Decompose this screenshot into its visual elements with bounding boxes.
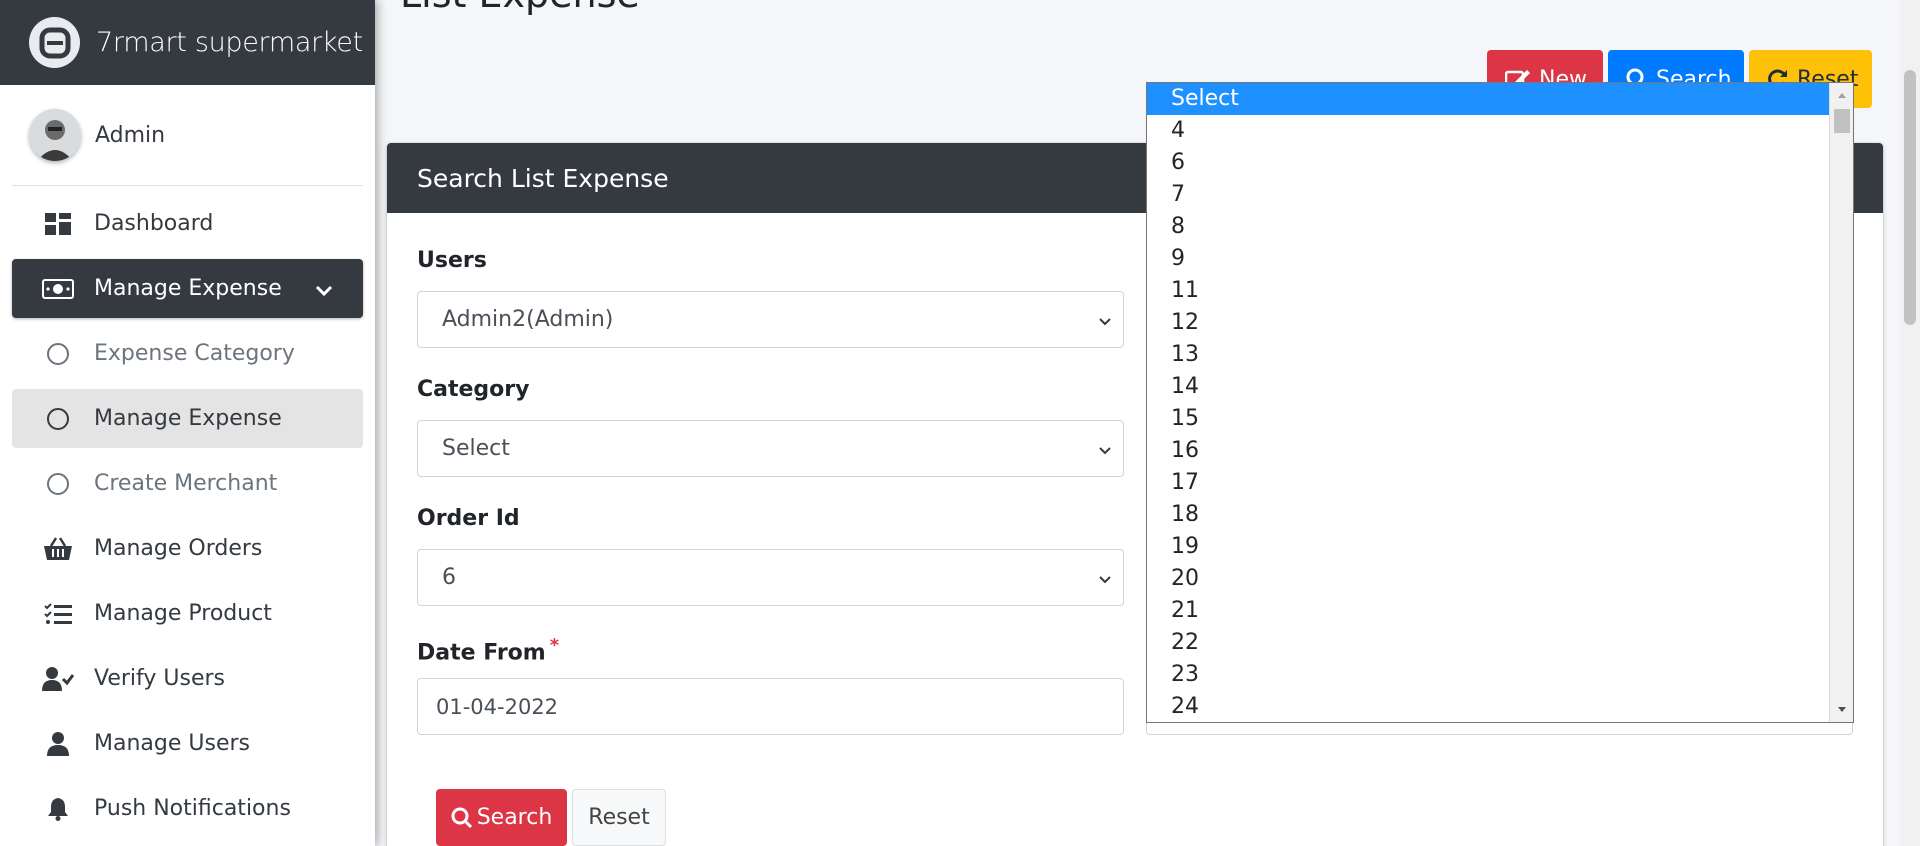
order-id-label: Order Id (417, 506, 520, 531)
dropdown-option[interactable]: 11 (1147, 275, 1853, 307)
dropdown-option[interactable]: 22 (1147, 627, 1853, 659)
sidebar-item-manage-orders[interactable]: Manage Orders (12, 519, 363, 578)
dropdown-option[interactable]: 23 (1147, 659, 1853, 691)
sidebar-item-label: Verify Users (94, 666, 226, 691)
scroll-down-arrow-icon[interactable] (1830, 700, 1853, 720)
brand-logo-icon (29, 17, 80, 68)
avatar (29, 109, 81, 161)
dropdown-option[interactable]: 6 (1147, 147, 1853, 179)
dropdown-option[interactable]: 21 (1147, 595, 1853, 627)
required-asterisk: * (549, 635, 560, 656)
sidebar: 7rmart supermarket Admin Dashboard Manag… (0, 0, 375, 846)
order-id-select-value: 6 (442, 565, 456, 590)
dropdown-option[interactable]: 8 (1147, 211, 1853, 243)
dropdown-scrollbar[interactable] (1829, 83, 1853, 722)
user-name: Admin (95, 122, 166, 148)
dropdown-option[interactable]: 14 (1147, 371, 1853, 403)
chevron-down-icon (1097, 311, 1113, 336)
brand-link[interactable]: 7rmart supermarket (0, 0, 375, 85)
sidebar-item-expense-category[interactable]: Expense Category (12, 324, 363, 383)
dropdown-option[interactable]: 12 (1147, 307, 1853, 339)
sidebar-item-label: Create Merchant (94, 471, 278, 496)
search-icon (451, 807, 473, 829)
money-bill-icon (40, 278, 76, 299)
order-id-dropdown-list[interactable]: Select 4 6 7 8 9 11 12 13 14 15 16 17 18 19 20 21 22 23 24 (1146, 82, 1854, 723)
list-check-icon (40, 602, 76, 625)
sidebar-item-create-merchant[interactable]: Create Merchant (12, 454, 363, 513)
circle-icon (40, 407, 76, 431)
circle-icon (40, 342, 76, 366)
category-select-value: Select (442, 436, 510, 461)
user-panel[interactable]: Admin (12, 85, 363, 186)
dropdown-option[interactable]: 15 (1147, 403, 1853, 435)
search-button[interactable]: Search (436, 789, 567, 846)
page-scroll-thumb[interactable] (1904, 70, 1916, 325)
dashboard-icon (40, 212, 76, 235)
sidebar-item-label: Manage Orders (94, 536, 263, 561)
sidebar-item-manage-expense[interactable]: Manage Expense (12, 259, 363, 318)
chevron-down-icon (1097, 569, 1113, 594)
chevron-down-icon (1097, 440, 1113, 465)
reset-button-label: Reset (588, 805, 650, 830)
sidebar-item-label: Expense Category (94, 341, 295, 366)
date-from-value: 01-04-2022 (436, 694, 559, 719)
users-select[interactable]: Admin2(Admin) (417, 291, 1124, 348)
search-button-label: Search (476, 805, 553, 830)
dropdown-option[interactable]: Select (1147, 83, 1853, 115)
sidebar-item-manage-product[interactable]: Manage Product (12, 584, 363, 643)
sidebar-item-label: Manage Expense (94, 276, 282, 301)
dropdown-option[interactable]: 9 (1147, 243, 1853, 275)
dropdown-option[interactable]: 20 (1147, 563, 1853, 595)
user-check-icon (40, 666, 76, 691)
date-from-label-text: Date From (417, 640, 546, 666)
dropdown-option[interactable]: 13 (1147, 339, 1853, 371)
category-label: Category (417, 377, 530, 402)
date-from-label: Date From * (417, 635, 559, 665)
sidebar-item-push-notifications[interactable]: Push Notifications (12, 779, 363, 838)
sidebar-item-manage-users[interactable]: Manage Users (12, 714, 363, 773)
bell-icon (40, 797, 76, 821)
dropdown-option[interactable]: 16 (1147, 435, 1853, 467)
user-icon (40, 731, 76, 756)
dropdown-option[interactable]: 24 (1147, 691, 1853, 722)
dropdown-option[interactable]: 4 (1147, 115, 1853, 147)
sidebar-item-manage-expense-sub[interactable]: Manage Expense (12, 389, 363, 448)
users-select-value: Admin2(Admin) (442, 307, 614, 332)
category-select[interactable]: Select (417, 420, 1124, 477)
page-scrollbar[interactable] (1900, 0, 1920, 846)
dropdown-option[interactable]: 17 (1147, 467, 1853, 499)
dropdown-option[interactable]: 7 (1147, 179, 1853, 211)
order-id-select[interactable]: 6 (417, 549, 1124, 606)
sidebar-item-label: Manage Product (94, 601, 272, 626)
basket-icon (40, 536, 76, 561)
chevron-down-icon (315, 278, 333, 303)
users-label: Users (417, 248, 487, 273)
dropdown-option[interactable]: 19 (1147, 531, 1853, 563)
sidebar-item-label: Manage Expense (94, 406, 282, 431)
dropdown-scroll-thumb[interactable] (1834, 109, 1850, 133)
sidebar-item-label: Manage Users (94, 731, 250, 756)
sidebar-item-dashboard[interactable]: Dashboard (12, 194, 363, 253)
scroll-up-arrow-icon[interactable] (1830, 85, 1853, 105)
sidebar-nav: Dashboard Manage Expense Expense Categor… (0, 194, 375, 838)
dropdown-options: Select 4 6 7 8 9 11 12 13 14 15 16 17 18 19 20 21 22 23 24 (1147, 83, 1853, 722)
page-title: List Expense (400, 0, 640, 16)
sidebar-item-label: Push Notifications (94, 796, 291, 821)
sidebar-item-verify-users[interactable]: Verify Users (12, 649, 363, 708)
dropdown-option[interactable]: 18 (1147, 499, 1853, 531)
circle-icon (40, 472, 76, 496)
brand-name: 7rmart supermarket (96, 27, 363, 58)
reset-button[interactable]: Reset (572, 789, 666, 846)
card-title: Search List Expense (417, 163, 669, 193)
sidebar-item-label: Dashboard (94, 211, 214, 236)
date-from-input[interactable]: 01-04-2022 (417, 678, 1124, 735)
